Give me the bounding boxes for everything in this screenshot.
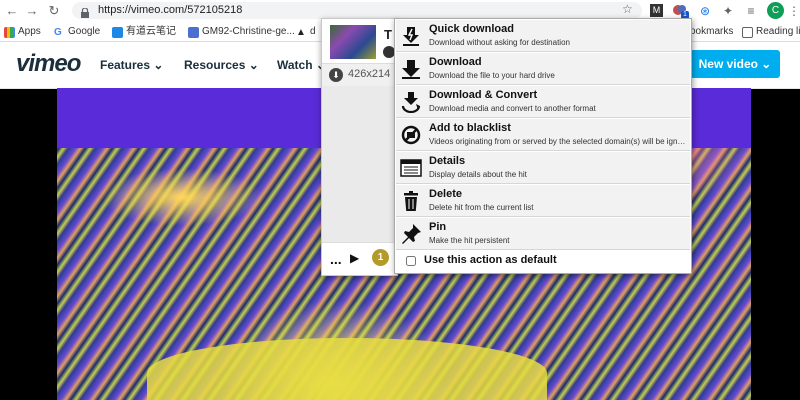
reload-icon[interactable]: ↻ (46, 3, 62, 19)
download-circle-icon[interactable]: ⬇ (329, 68, 343, 82)
menu-item-title: Details (429, 155, 466, 167)
hit-info-bar: ⬇ 426x214 (322, 63, 397, 87)
url-text: https://vimeo.com/572105218 (98, 4, 243, 16)
popup-footer: ... ▶ 1 (322, 242, 397, 275)
triangle-icon: ▲ (296, 26, 306, 38)
menu-item-pin[interactable]: Pin Make the hit persistent (396, 218, 690, 250)
extension-popup: T ⬇ 426x214 ... ▶ 1 (321, 18, 398, 276)
menu-item-add-to-blacklist[interactable]: Add to blacklist Videos originating from… (396, 119, 690, 151)
gmail-extension-icon[interactable]: M (650, 4, 663, 17)
menu-item-desc: Make the hit persistent (429, 236, 510, 245)
extension-icon-2[interactable]: ⊛ (697, 3, 713, 19)
nav-features[interactable]: Features ⌄ (100, 58, 163, 72)
other-bookmarks-label: ookmarks (690, 26, 734, 37)
bookmark-gm92[interactable]: GM92-Christine-ge... (188, 25, 295, 39)
pin-icon (400, 223, 422, 245)
popup-body (322, 86, 397, 242)
hit-thumbnail[interactable] (330, 25, 376, 59)
download-icon (400, 58, 422, 80)
new-video-button[interactable]: New video ⌄ (690, 50, 780, 78)
reading-list[interactable]: Reading lis (742, 25, 800, 39)
blacklist-icon (400, 124, 422, 146)
menu-item-details[interactable]: Details Display details about the hit (396, 152, 690, 184)
puzzle-icon[interactable]: ✦ (720, 3, 736, 19)
bookmark-label: 有道云笔记 (126, 26, 176, 37)
default-action-checkbox[interactable] (406, 256, 416, 266)
menu-item-desc: Display details about the hit (429, 170, 527, 179)
reading-list-icon (742, 26, 753, 38)
bookmark-youdao[interactable]: 有道云笔记 (112, 25, 176, 39)
youdao-icon (112, 26, 123, 38)
bookmark-label: Apps (18, 26, 41, 37)
bookmark-label: GM92-Christine-ge... (202, 26, 295, 37)
menu-item-delete[interactable]: Delete Delete hit from the current list (396, 185, 690, 217)
menu-item-desc: Delete hit from the current list (429, 203, 534, 212)
menu-item-download-convert[interactable]: Download & Convert Download media and co… (396, 86, 690, 118)
default-action-label[interactable]: Use this action as default (424, 254, 557, 266)
bookmark-google[interactable]: G Google (54, 25, 100, 39)
menu-item-title: Pin (429, 221, 447, 233)
convert-icon (400, 91, 422, 114)
bookmark-label: Google (68, 26, 101, 37)
hit-count-badge: 1 (372, 249, 389, 266)
back-icon[interactable]: ← (4, 3, 20, 19)
menu-item-title: Delete (429, 188, 463, 200)
other-bookmarks[interactable]: ookmarks (690, 25, 733, 39)
apps-grid-icon (4, 26, 15, 38)
menu-kebab-icon[interactable]: ⋮ (786, 3, 800, 19)
menu-item-quick-download[interactable]: Quick download Download without asking f… (396, 20, 690, 52)
menu-item-title: Quick download (429, 23, 514, 35)
lock-icon (81, 5, 89, 18)
menu-item-desc: Download media and convert to another fo… (429, 104, 596, 113)
video-frame-highlight (147, 338, 547, 400)
hit-title: T (384, 27, 392, 42)
more-button[interactable]: ... (330, 251, 342, 267)
bookmark-label: d (310, 26, 316, 37)
play-icon[interactable]: ▶ (350, 251, 359, 265)
menu-item-download[interactable]: Download Download the file to your hard … (396, 53, 690, 85)
menu-item-title: Download & Convert (429, 89, 538, 101)
hit-resolution: 426x214 (348, 68, 391, 80)
menu-item-title: Add to blacklist (429, 122, 511, 134)
video-downloader-extension-icon[interactable]: 1 (672, 3, 689, 19)
bookmark-d[interactable]: ▲ d (296, 25, 316, 39)
default-action-row: Use this action as default (396, 251, 690, 271)
nav-resources[interactable]: Resources ⌄ (184, 58, 259, 72)
menu-item-desc: Download without asking for destination (429, 38, 570, 47)
nav-watch[interactable]: Watch ⌄ (277, 58, 326, 72)
forward-icon[interactable]: → (24, 3, 40, 19)
trash-icon (400, 190, 422, 212)
reading-list-label: Reading lis (756, 26, 800, 37)
menu-item-title: Download (429, 56, 482, 68)
address-bar[interactable]: https://vimeo.com/572105218 ☆ (72, 2, 642, 19)
action-menu: Quick download Download without asking f… (394, 18, 692, 274)
menu-item-desc: Download the file to your hard drive (429, 71, 555, 80)
media-control-icon[interactable]: ≡ (743, 3, 759, 19)
details-icon (400, 157, 422, 179)
avatar[interactable]: C (767, 2, 784, 19)
quick-download-icon (400, 25, 422, 47)
google-icon: G (54, 26, 65, 38)
bookmark-apps[interactable]: Apps (4, 25, 41, 39)
docs-icon (188, 26, 199, 38)
vimeo-logo[interactable]: vimeo (16, 50, 81, 78)
menu-item-desc: Videos originating from or served by the… (429, 137, 687, 146)
star-icon[interactable]: ☆ (622, 2, 633, 16)
